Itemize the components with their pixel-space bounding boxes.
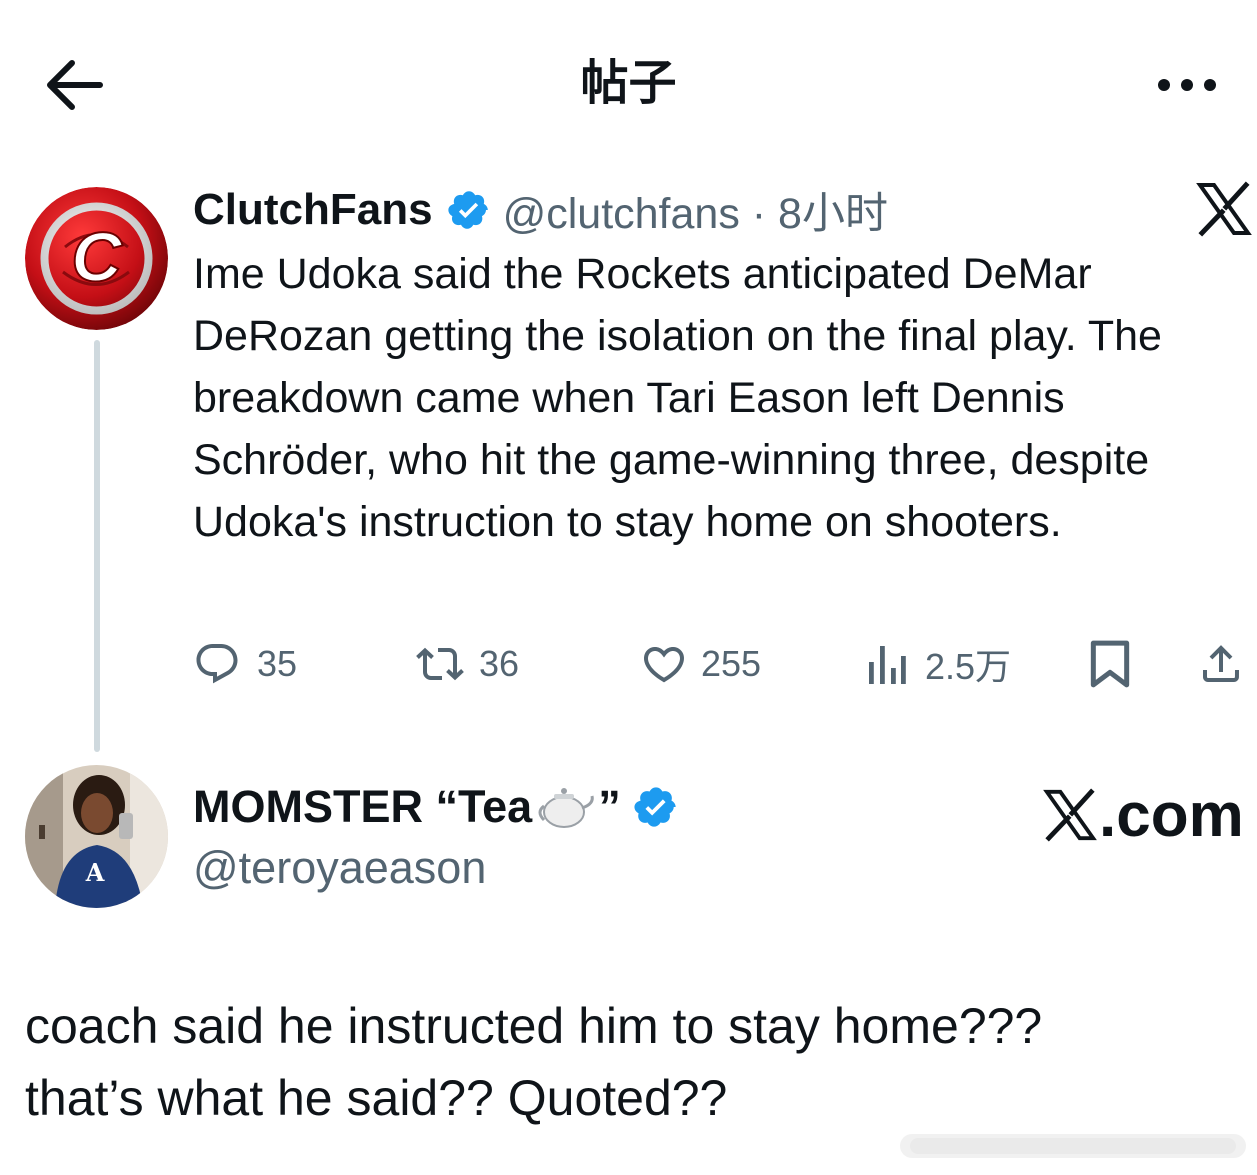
clutchfans-logo-icon: C bbox=[25, 187, 168, 330]
quote-author-name-end: ” bbox=[598, 781, 621, 832]
tweet-header: ClutchFans @clutchfans · 8小时 bbox=[193, 182, 888, 238]
x-com-brand: .com bbox=[1043, 780, 1244, 850]
retweet-button[interactable]: 36 bbox=[413, 636, 519, 692]
heart-icon bbox=[643, 647, 685, 683]
quote-handle: @teroyaeason bbox=[193, 842, 487, 893]
avatar[interactable]: A bbox=[25, 765, 168, 908]
reply-count: 35 bbox=[257, 643, 298, 684]
bookmark-icon bbox=[1090, 640, 1130, 688]
author-name[interactable]: ClutchFans bbox=[193, 185, 433, 235]
quote-author-name[interactable]: MOMSTER “Tea ” bbox=[193, 778, 679, 836]
profile-photo: A bbox=[25, 765, 168, 908]
quote-comment-line1: coach said he instructed him to stay hom… bbox=[25, 998, 1043, 1054]
verified-badge-icon bbox=[447, 191, 488, 229]
thread-line bbox=[94, 340, 100, 752]
page-title: 帖子 bbox=[580, 57, 677, 110]
like-button[interactable]: 255 bbox=[639, 636, 761, 692]
like-count: 255 bbox=[701, 643, 762, 684]
x-com-label: .com bbox=[1099, 780, 1244, 850]
avatar[interactable]: C bbox=[25, 187, 168, 330]
quote-comment: coach said he instructed him to stay hom… bbox=[25, 990, 1235, 1134]
teapot-emoji-icon bbox=[538, 788, 594, 828]
svg-text:A: A bbox=[85, 858, 105, 887]
avatar-letter: C bbox=[71, 218, 123, 296]
handle-and-time: @clutchfans · 8小时 bbox=[502, 190, 888, 238]
bookmark-button[interactable] bbox=[1087, 636, 1133, 692]
x-logo-icon bbox=[1196, 181, 1252, 237]
views-button[interactable]: 2.5万 bbox=[867, 636, 1011, 692]
verified-badge-icon bbox=[634, 787, 676, 827]
more-horizontal-icon[interactable] bbox=[1152, 68, 1222, 102]
quote-author-name-text: MOMSTER “Tea bbox=[193, 781, 533, 832]
retweet-icon bbox=[416, 647, 464, 681]
quote-comment-line2: that’s what he said?? Quoted?? bbox=[25, 1070, 728, 1126]
views-count: 2.5万 bbox=[925, 646, 1012, 687]
views-icon bbox=[869, 646, 906, 684]
tweet-actions: 35 36 255 2.5万 bbox=[193, 636, 1253, 692]
reply-icon bbox=[196, 644, 238, 684]
watermark bbox=[900, 1134, 1246, 1158]
share-button[interactable] bbox=[1197, 636, 1245, 692]
retweet-count: 36 bbox=[479, 643, 520, 684]
tweet-text: Ime Udoka said the Rockets anticipated D… bbox=[193, 250, 1162, 546]
share-icon bbox=[1203, 645, 1239, 682]
reply-button[interactable]: 35 bbox=[193, 636, 297, 692]
x-logo-icon bbox=[1043, 788, 1097, 842]
